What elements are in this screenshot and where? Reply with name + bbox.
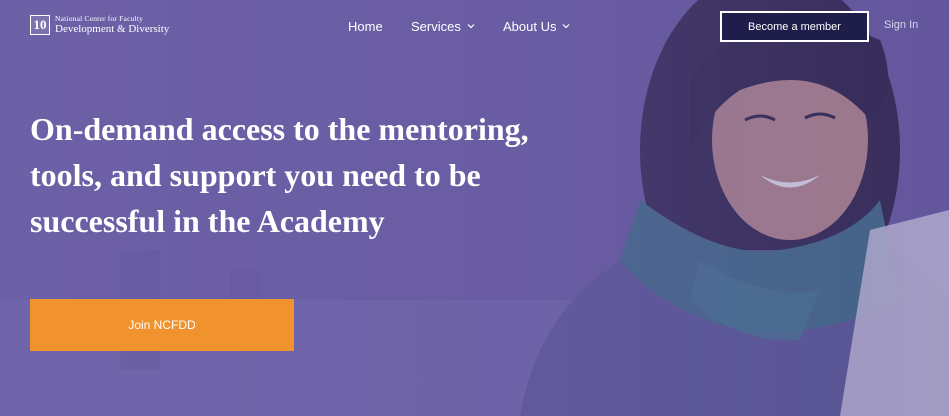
hero-headline: On-demand access to the mentoring, tools… xyxy=(30,111,529,239)
logo-mark: 10 xyxy=(30,15,50,35)
logo-line-1: National Center for Faculty xyxy=(55,14,144,24)
site-logo[interactable]: 10 National Center for Faculty Developme… xyxy=(30,14,169,36)
nav-services-label: Services xyxy=(411,18,461,34)
top-navigation: 10 National Center for Faculty Developme… xyxy=(0,0,949,54)
logo-text: National Center for Faculty Development … xyxy=(55,15,169,35)
nav-home-label: Home xyxy=(348,18,383,34)
sign-in-link[interactable]: Sign In xyxy=(884,19,918,31)
logo-line-2: Development & Diversity xyxy=(55,22,170,35)
join-button[interactable]: Join NCFDD xyxy=(30,299,294,351)
nav-about-label: About Us xyxy=(503,18,557,34)
chevron-down-icon xyxy=(563,24,570,29)
chevron-down-icon xyxy=(467,24,475,29)
nav-services[interactable]: Services xyxy=(411,18,475,34)
nav-home[interactable]: Home xyxy=(348,18,383,34)
nav-about-us[interactable]: About Us xyxy=(503,18,570,34)
become-member-button[interactable]: Become a member xyxy=(720,11,869,42)
